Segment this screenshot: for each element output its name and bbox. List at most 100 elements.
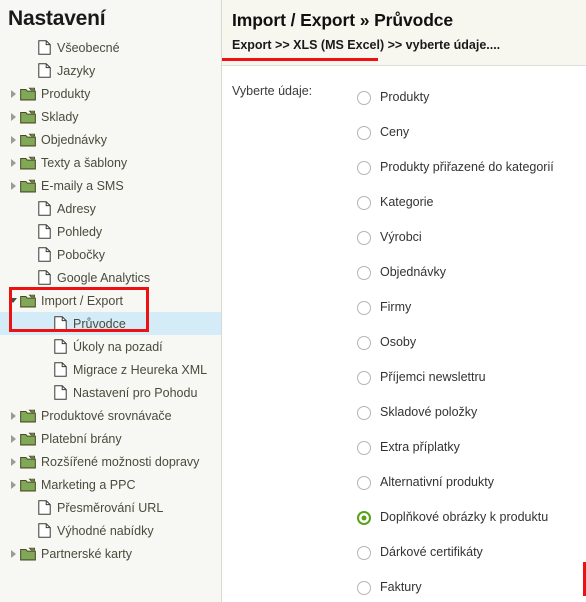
sidebar-item-adresy[interactable]: Adresy: [0, 197, 221, 220]
sidebar-item-import-export[interactable]: Import / Export: [0, 289, 221, 312]
sidebar-item-roz-en-mo-nosti-dopravy[interactable]: Rozšířené možnosti dopravy: [0, 450, 221, 473]
sidebar-item-v-hodn-nab-dky[interactable]: Výhodné nabídky: [0, 519, 221, 542]
radio-unchecked-icon[interactable]: [357, 370, 371, 385]
sidebar-item-label: Platební brány: [41, 431, 122, 446]
sidebar-item-label: Produktové srovnávače: [41, 408, 172, 423]
radio-unchecked-icon[interactable]: [357, 580, 371, 595]
chevron-right-icon[interactable]: [6, 89, 20, 98]
radio-unchecked-icon[interactable]: [357, 440, 371, 455]
radio-option-produkty[interactable]: Produkty: [357, 80, 586, 115]
sidebar-item-v-eobecn[interactable]: Všeobecné: [0, 36, 221, 59]
radio-unchecked-icon[interactable]: [357, 230, 371, 245]
radio-unchecked-icon[interactable]: [357, 475, 371, 490]
radio-unchecked-icon[interactable]: [357, 335, 371, 350]
radio-option-label: Objednávky: [380, 265, 447, 279]
breadcrumb: Export >> XLS (MS Excel) >> vyberte údaj…: [232, 38, 501, 52]
folder-icon: [20, 132, 36, 148]
sidebar-item-p-esm-rov-n-url[interactable]: Přesměrování URL: [0, 496, 221, 519]
sidebar-item-label: Všeobecné: [57, 40, 120, 55]
chevron-right-icon[interactable]: [6, 158, 20, 167]
file-icon: [36, 224, 52, 240]
sidebar-item-partnersk-karty[interactable]: Partnerské karty: [0, 542, 221, 565]
sidebar-item-pohledy[interactable]: Pohledy: [0, 220, 221, 243]
radio-unchecked-icon[interactable]: [357, 545, 371, 560]
chevron-right-icon[interactable]: [6, 112, 20, 121]
radio-option-label: Firmy: [380, 300, 412, 314]
field-label-vyberte-udaje: Vyberte údaje:: [232, 84, 313, 98]
radio-unchecked-icon[interactable]: [357, 125, 371, 140]
sidebar-item-jazyky[interactable]: Jazyky: [0, 59, 221, 82]
radio-option-alternativn-produkty[interactable]: Alternativní produkty: [357, 465, 586, 500]
radio-option-produkty-p-i-azen-do-kategori[interactable]: Produkty přiřazené do kategorií: [357, 150, 586, 185]
radio-option-label: Faktury: [380, 580, 422, 594]
sidebar-item-pobo-ky[interactable]: Pobočky: [0, 243, 221, 266]
sidebar-item-label: Import / Export: [41, 293, 123, 308]
radio-unchecked-icon[interactable]: [357, 90, 371, 105]
sidebar-item-label: E-maily a SMS: [41, 178, 124, 193]
sidebar-item-migrace-z-heureka-xml[interactable]: Migrace z Heureka XML: [0, 358, 221, 381]
radio-unchecked-icon[interactable]: [357, 405, 371, 420]
radio-option-label: Ceny: [380, 125, 410, 139]
folder-icon: [20, 109, 36, 125]
sidebar-item-e-maily-a-sms[interactable]: E-maily a SMS: [0, 174, 221, 197]
sidebar-item-objedn-vky[interactable]: Objednávky: [0, 128, 221, 151]
sidebar-item-label: Pohledy: [57, 224, 103, 239]
chevron-right-icon[interactable]: [6, 411, 20, 420]
page-header: Import / Export » Průvodce Export >> XLS…: [222, 0, 586, 66]
radio-option-label: Výrobci: [380, 230, 422, 244]
sidebar-item-sklady[interactable]: Sklady: [0, 105, 221, 128]
radio-option-kategorie[interactable]: Kategorie: [357, 185, 586, 220]
folder-icon: [20, 546, 36, 562]
main-content: Import / Export » Průvodce Export >> XLS…: [222, 0, 586, 602]
file-icon: [36, 201, 52, 217]
radio-option-objedn-vky[interactable]: Objednávky: [357, 255, 586, 290]
radio-option-label: Kategorie: [380, 195, 434, 209]
data-type-radio-group[interactable]: Produkty Ceny Produkty přiřazené do katego…: [357, 80, 586, 602]
sidebar-item-produktov-srovn-va-e[interactable]: Produktové srovnávače: [0, 404, 221, 427]
chevron-right-icon[interactable]: [6, 480, 20, 489]
chevron-right-icon[interactable]: [6, 457, 20, 466]
radio-unchecked-icon[interactable]: [357, 160, 371, 175]
radio-option-faktury[interactable]: Faktury: [357, 570, 586, 602]
sidebar-item-google-analytics[interactable]: Google Analytics: [0, 266, 221, 289]
file-icon: [36, 500, 52, 516]
radio-option-label: Produkty: [380, 90, 430, 104]
radio-option-label: Dárkové certifikáty: [380, 545, 483, 559]
radio-unchecked-icon[interactable]: [357, 265, 371, 280]
radio-checked-icon[interactable]: [357, 510, 371, 525]
radio-unchecked-icon[interactable]: [357, 195, 371, 210]
chevron-down-icon[interactable]: [6, 298, 20, 303]
sidebar-item-koly-na-pozad[interactable]: Úkoly na pozadí: [0, 335, 221, 358]
sidebar-item-platebn-br-ny[interactable]: Platební brány: [0, 427, 221, 450]
sidebar-item-label: Úkoly na pozadí: [73, 339, 163, 354]
sidebar-item-label: Nastavení pro Pohodu: [73, 385, 198, 400]
file-icon: [52, 385, 68, 401]
sidebar-item-label: Google Analytics: [57, 270, 151, 285]
radio-option-label: Doplňkové obrázky k produktu: [380, 510, 549, 524]
radio-option-label: Skladové položky: [380, 405, 478, 419]
radio-option-osoby[interactable]: Osoby: [357, 325, 586, 360]
radio-unchecked-icon[interactable]: [357, 300, 371, 315]
sidebar-item-texty-a-ablony[interactable]: Texty a šablony: [0, 151, 221, 174]
chevron-right-icon[interactable]: [6, 181, 20, 190]
radio-option-d-rkov-certifik-ty[interactable]: Dárkové certifikáty: [357, 535, 586, 570]
file-icon: [36, 40, 52, 56]
radio-option-skladov-polo-ky[interactable]: Skladové položky: [357, 395, 586, 430]
settings-sidebar: Nastavení Všeobecné Jazyky Produkty Sklady O…: [0, 0, 222, 602]
form-row: Vyberte údaje: Produkty Ceny Produkty přiř…: [222, 80, 586, 602]
sidebar-item-marketing-a-ppc[interactable]: Marketing a PPC: [0, 473, 221, 496]
chevron-right-icon[interactable]: [6, 135, 20, 144]
chevron-right-icon[interactable]: [6, 549, 20, 558]
radio-option-dopl-kov-obr-zky-k-produktu[interactable]: Doplňkové obrázky k produktu: [357, 500, 586, 535]
radio-option-extra-p-platky[interactable]: Extra příplatky: [357, 430, 586, 465]
sidebar-item-nastaven-pro-pohodu[interactable]: Nastavení pro Pohodu: [0, 381, 221, 404]
sidebar-item-produkty[interactable]: Produkty: [0, 82, 221, 105]
sidebar-item-pr-vodce[interactable]: Průvodce: [0, 312, 221, 335]
radio-option-label: Osoby: [380, 335, 417, 349]
radio-option-v-robci[interactable]: Výrobci: [357, 220, 586, 255]
radio-option-p-jemci-newslettru[interactable]: Příjemci newslettru: [357, 360, 586, 395]
radio-option-ceny[interactable]: Ceny: [357, 115, 586, 150]
chevron-right-icon[interactable]: [6, 434, 20, 443]
radio-option-firmy[interactable]: Firmy: [357, 290, 586, 325]
folder-icon: [20, 178, 36, 194]
